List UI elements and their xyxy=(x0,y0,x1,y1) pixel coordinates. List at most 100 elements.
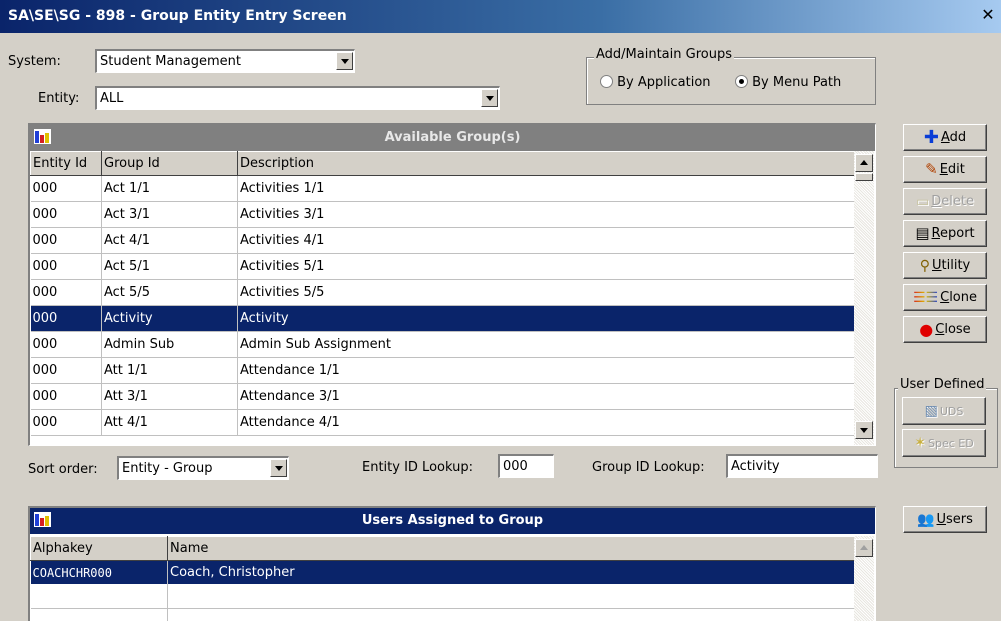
clone-icon: ☰☰ xyxy=(913,289,939,306)
entity-id-lookup-label: Entity ID Lookup: xyxy=(362,460,473,475)
table-row[interactable] xyxy=(30,584,855,609)
available-groups-panel: Available Group(s) Entity Id Group Id De… xyxy=(28,123,876,446)
add-maintain-title: Add/Maintain Groups xyxy=(594,47,734,62)
table-header-row: Alphakey Name xyxy=(30,536,855,561)
table-row[interactable]: 000 Act 5/5 Activities 5/5 xyxy=(30,279,855,306)
table-row[interactable]: 000 Act 5/1 Activities 5/1 xyxy=(30,253,855,280)
window-title: SA\SE\SG - 898 - Group Entity Entry Scre… xyxy=(8,8,347,24)
column-header[interactable]: Name xyxy=(167,536,855,561)
radio-by-application[interactable]: By Application xyxy=(600,75,711,90)
cell-description: Activities 5/1 xyxy=(237,253,855,280)
cell-group-id: Act 5/5 xyxy=(101,279,238,306)
radio-by-menu-path[interactable]: By Menu Path xyxy=(735,75,841,90)
chevron-down-icon[interactable] xyxy=(336,52,353,70)
radio-selected-icon[interactable] xyxy=(735,75,748,88)
plus-icon: ✚ xyxy=(923,126,939,148)
users-button[interactable]: 👥 Users xyxy=(903,506,987,533)
entity-select[interactable]: ALL xyxy=(95,86,500,110)
cell-alphakey xyxy=(30,608,168,621)
group-id-lookup-input[interactable]: Activity xyxy=(726,454,878,478)
cell-entity-id: 000 xyxy=(30,409,102,436)
table-row[interactable]: 000 Act 1/1 Activities 1/1 xyxy=(30,175,855,202)
cell-name: Coach, Christopher xyxy=(167,560,855,585)
uds-button[interactable]: ▧ UDS xyxy=(902,397,986,425)
cell-description: Admin Sub Assignment xyxy=(237,331,855,358)
document-icon: ▤ xyxy=(915,224,930,242)
group-id-lookup-value: Activity xyxy=(731,459,780,474)
table-row-selected[interactable]: COACHCHR000 Coach, Christopher xyxy=(30,560,855,585)
table-row[interactable]: 000 Att 3/1 Attendance 3/1 xyxy=(30,383,855,410)
cell-description: Attendance 4/1 xyxy=(237,409,855,436)
table-row[interactable]: 000 Att 4/1 Attendance 4/1 xyxy=(30,409,855,436)
add-button[interactable]: ✚ Add xyxy=(903,124,987,151)
cell-description: Attendance 1/1 xyxy=(237,357,855,384)
column-header[interactable]: Entity Id xyxy=(30,151,102,176)
user-defined-title: User Defined xyxy=(898,377,987,392)
cell-alphakey xyxy=(30,584,168,609)
users-assigned-panel: Users Assigned to Group Alphakey Name CO… xyxy=(28,506,876,621)
column-header[interactable]: Description xyxy=(237,151,855,176)
chevron-down-icon[interactable] xyxy=(270,459,287,477)
cell-entity-id: 000 xyxy=(30,383,102,410)
users-scrollbar[interactable] xyxy=(854,536,874,621)
available-groups-table: Entity Id Group Id Description 000 Act 1/… xyxy=(30,151,855,436)
report-button[interactable]: ▤ Report xyxy=(903,220,987,247)
cell-description: Activity xyxy=(237,305,855,332)
cell-entity-id: 000 xyxy=(30,305,102,332)
title-bar: SA\SE\SG - 898 - Group Entity Entry Scre… xyxy=(0,0,1001,33)
cell-entity-id: 000 xyxy=(30,227,102,254)
scroll-up-icon[interactable] xyxy=(855,539,873,557)
sort-order-select[interactable]: Entity - Group xyxy=(117,456,289,480)
table-row[interactable]: 000 Admin Sub Admin Sub Assignment xyxy=(30,331,855,358)
cell-group-id: Att 3/1 xyxy=(101,383,238,410)
chevron-down-icon[interactable] xyxy=(481,89,498,107)
table-row[interactable]: 000 Act 4/1 Activities 4/1 xyxy=(30,227,855,254)
delete-button[interactable]: ▭ Delete xyxy=(903,188,987,215)
users-assigned-header: Users Assigned to Group xyxy=(30,508,875,534)
available-groups-scrollbar[interactable] xyxy=(854,151,874,445)
cell-entity-id: 000 xyxy=(30,331,102,358)
clone-button[interactable]: ☰☰ Clone xyxy=(903,284,987,311)
entity-label: Entity: xyxy=(38,91,80,106)
spec-ed-button[interactable]: ✶ Spec ED xyxy=(902,429,986,457)
table-row[interactable]: 000 Att 1/1 Attendance 1/1 xyxy=(30,357,855,384)
close-button[interactable]: ● Close xyxy=(903,316,987,343)
cell-description: Activities 1/1 xyxy=(237,175,855,202)
column-header[interactable]: Alphakey xyxy=(30,536,168,561)
cell-group-id: Admin Sub xyxy=(101,331,238,358)
pencil-icon: ✎ xyxy=(925,160,938,178)
system-select[interactable]: Student Management xyxy=(95,49,355,73)
close-window-icon[interactable]: ✕ xyxy=(979,6,997,24)
table-header-row: Entity Id Group Id Description xyxy=(30,151,855,176)
cell-group-id: Activity xyxy=(101,305,238,332)
by-application-label: By Application xyxy=(617,75,711,90)
cell-description: Attendance 3/1 xyxy=(237,383,855,410)
cell-description: Activities 3/1 xyxy=(237,201,855,228)
cell-group-id: Act 5/1 xyxy=(101,253,238,280)
table-row[interactable]: 000 Act 3/1 Activities 3/1 xyxy=(30,201,855,228)
scroll-down-icon[interactable] xyxy=(855,421,873,439)
users-icon: 👥 xyxy=(917,511,935,528)
entity-id-lookup-input[interactable]: 000 xyxy=(498,454,554,478)
sort-order-label: Sort order: xyxy=(28,462,98,477)
table-row[interactable] xyxy=(30,608,855,621)
cell-group-id: Att 4/1 xyxy=(101,409,238,436)
cell-entity-id: 000 xyxy=(30,175,102,202)
by-menu-path-label: By Menu Path xyxy=(752,75,842,90)
utility-button[interactable]: ⚲ Utility xyxy=(903,252,987,279)
table-row-selected[interactable]: 000 Activity Activity xyxy=(30,305,855,332)
available-groups-header: Available Group(s) xyxy=(30,125,875,151)
scroll-up-icon[interactable] xyxy=(855,154,873,172)
scroll-thumb[interactable] xyxy=(855,173,873,181)
cell-name xyxy=(167,608,855,621)
cell-entity-id: 000 xyxy=(30,201,102,228)
entity-value: ALL xyxy=(100,91,124,106)
cell-name xyxy=(167,584,855,609)
cell-description: Activities 5/5 xyxy=(237,279,855,306)
column-header[interactable]: Group Id xyxy=(101,151,238,176)
star-icon: ✶ xyxy=(914,435,927,451)
edit-button[interactable]: ✎ Edit xyxy=(903,156,987,183)
cell-group-id: Act 1/1 xyxy=(101,175,238,202)
radio-icon[interactable] xyxy=(600,75,613,88)
cell-alphakey: COACHCHR000 xyxy=(30,560,168,585)
